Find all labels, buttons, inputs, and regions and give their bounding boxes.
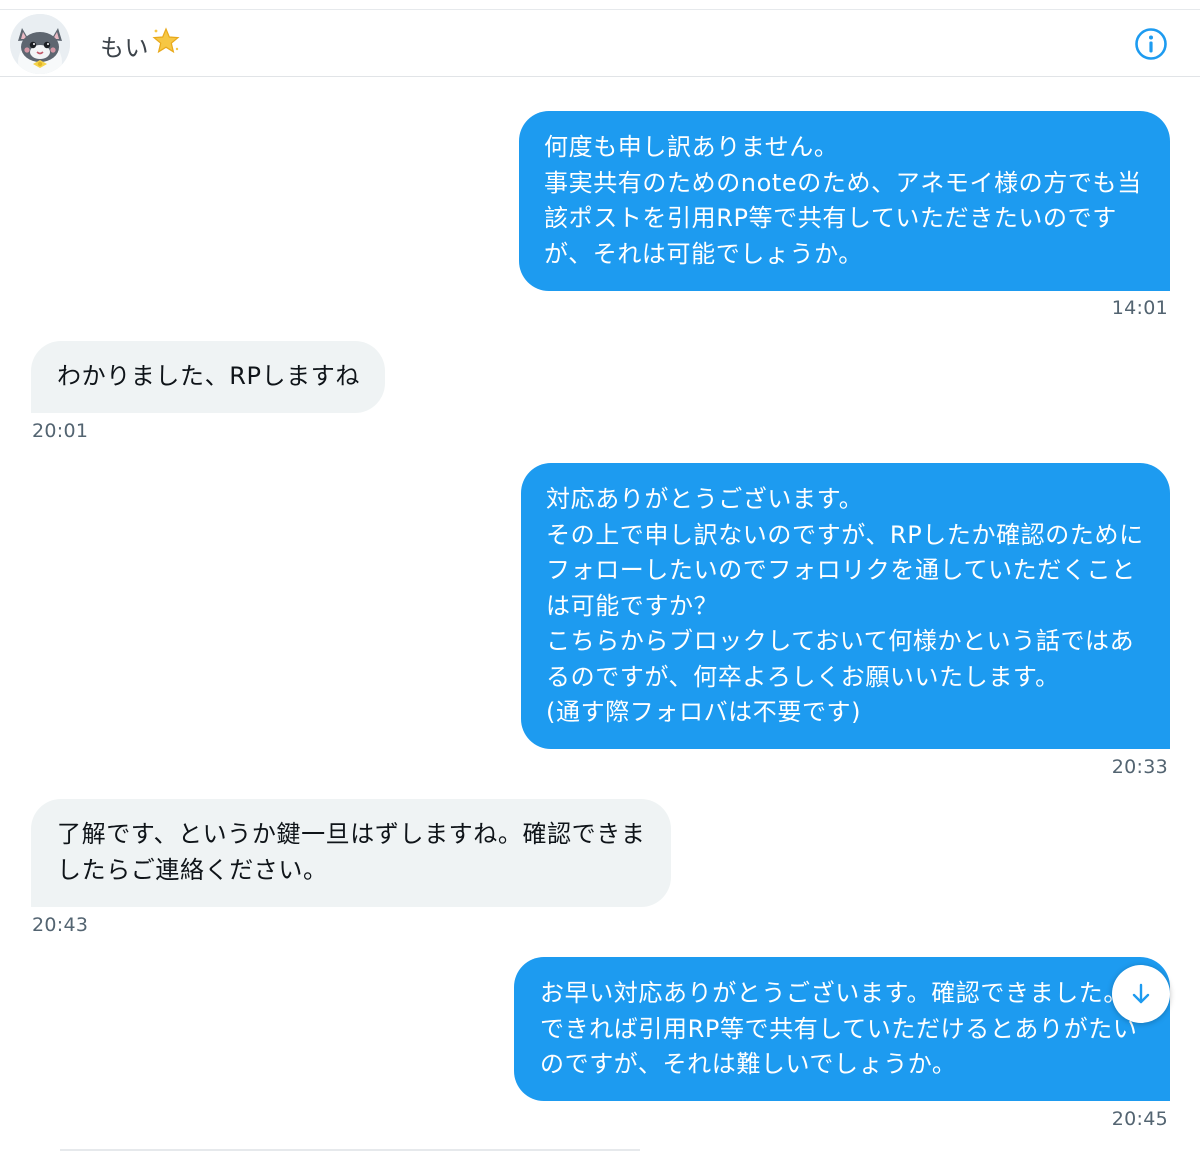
contact-name[interactable]: もい xyxy=(100,28,150,63)
message-bubble-incoming[interactable]: わかりました、RPしますね xyxy=(31,341,385,413)
message-timestamp: 20:45 xyxy=(1111,1108,1168,1130)
next-message-edge xyxy=(60,1149,640,1151)
star-emoji-icon xyxy=(152,27,180,55)
message-timestamp: 20:01 xyxy=(32,420,89,442)
message-timestamp: 20:33 xyxy=(1111,756,1168,778)
message-bubble-incoming[interactable]: 了解です、というか鍵一旦はずしますね。確認できま したらご連絡ください。 xyxy=(31,799,671,907)
arrow-down-icon xyxy=(1132,983,1150,1004)
message-bubble-outgoing[interactable]: 何度も申し訳ありません。 事実共有のためのnoteのため、アネモイ様の方でも当 … xyxy=(519,111,1170,291)
message-bubble-outgoing[interactable]: お早い対応ありがとうございます。確認できました。 できれば引用RP等で共有してい… xyxy=(514,957,1170,1101)
message-bubble-outgoing[interactable]: 対応ありがとうございます。 その上で申し訳ないのですが、RPしたか確認のために … xyxy=(521,463,1170,749)
message-timestamp: 14:01 xyxy=(1111,297,1168,319)
scroll-to-bottom-button[interactable] xyxy=(1112,965,1170,1023)
info-icon[interactable] xyxy=(1134,27,1168,61)
message-timestamp: 20:43 xyxy=(32,914,89,936)
cat-avatar-icon xyxy=(10,14,70,74)
conversation-header: もい xyxy=(0,10,1200,77)
contact-avatar[interactable] xyxy=(10,14,70,74)
